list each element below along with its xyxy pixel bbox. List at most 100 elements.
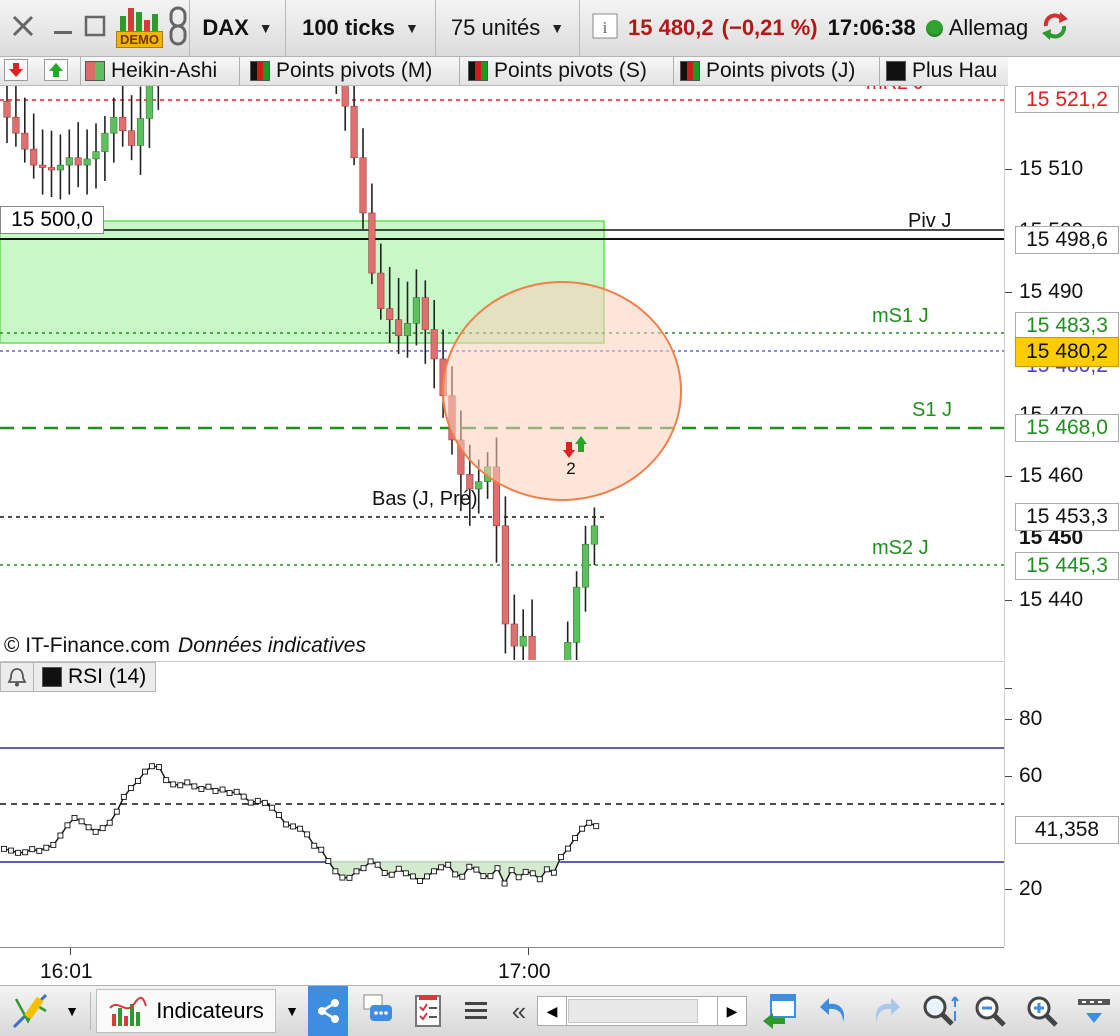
price-axis[interactable]: 15 510 15 500 15 490 15 470 15 460 15 45… <box>1004 86 1120 660</box>
candle-body <box>564 642 572 660</box>
rsi-axis-tick-label: 60 <box>1019 764 1043 787</box>
price-chart[interactable]: 2 15 500,0 mR2 J Piv J mS1 J S1 J Bas (J… <box>0 86 1004 660</box>
rsi-point <box>550 869 557 876</box>
candle-body <box>30 148 38 166</box>
tab-label: Points pivots (M) <box>276 59 433 82</box>
tab-heikin-ashi[interactable]: Heikin-Ashi <box>80 57 240 85</box>
rsi-axis[interactable]: 80 60 20 41,358 <box>1004 661 1120 947</box>
rsi-point <box>191 783 198 790</box>
rsi-point <box>268 804 275 811</box>
time-axis[interactable]: 16:01 17:00 <box>0 947 1004 985</box>
rsi-point <box>304 831 311 838</box>
tab-pivot-monthly[interactable]: Points pivots (M) <box>246 57 460 85</box>
zoom-fit-icon[interactable] <box>914 986 964 1036</box>
drawing-tools-icon[interactable] <box>8 986 52 1036</box>
rsi-point <box>579 825 586 832</box>
rsi-point <box>558 854 564 861</box>
unit-label: 75 unités <box>450 15 541 40</box>
axis-tick <box>1005 476 1012 477</box>
rsi-point <box>233 788 240 795</box>
rsi-point <box>149 763 156 770</box>
zoom-out-icon[interactable] <box>966 986 1014 1036</box>
plus-haut-swatch <box>886 61 906 81</box>
upload-arrow-icon[interactable] <box>44 59 68 81</box>
level-label-previous-low: Bas (J, Pré) <box>372 488 478 510</box>
rsi-point <box>15 849 22 856</box>
rsi-point <box>240 793 247 800</box>
scroll-back-icon[interactable]: « <box>504 986 534 1036</box>
maximize-icon[interactable] <box>84 13 106 44</box>
candle-body <box>350 105 358 159</box>
undo-icon[interactable] <box>812 986 856 1036</box>
axis-tick <box>1005 889 1012 890</box>
separator <box>90 992 91 1030</box>
share-icon[interactable] <box>308 986 348 1036</box>
rsi-point <box>339 874 346 881</box>
info-icon[interactable]: i <box>592 13 618 44</box>
candle-body <box>128 130 136 146</box>
rsi-point <box>92 828 99 835</box>
rsi-point <box>156 764 163 771</box>
rsi-point <box>445 861 452 868</box>
scroll-left-icon[interactable]: ◀ <box>538 997 567 1025</box>
zoom-in-icon[interactable] <box>1018 986 1066 1036</box>
comment-icon[interactable] <box>356 986 400 1036</box>
link-icon[interactable] <box>167 4 189 53</box>
rsi-point <box>85 824 92 831</box>
tab-pivot-weekly[interactable]: Points pivots (S) <box>464 57 674 85</box>
scroll-right-icon[interactable]: ▶ <box>717 997 746 1025</box>
redo-icon[interactable] <box>864 986 908 1036</box>
tab-plus-haut[interactable]: Plus Hau <box>882 57 1008 85</box>
checklist-icon[interactable] <box>406 986 450 1036</box>
top-toolbar: DEMO DAX ▼ 100 ticks ▼ 75 unités ▼ i 15 … <box>0 0 1120 57</box>
last-price: 15 480,2 <box>628 15 714 40</box>
instrument-selector[interactable]: DAX ▼ <box>190 0 286 56</box>
rsi-point <box>508 867 515 874</box>
settings-panel-icon[interactable] <box>1070 986 1118 1036</box>
scroll-thumb[interactable] <box>568 999 698 1023</box>
rsi-point <box>402 870 409 877</box>
rsi-point <box>29 846 36 853</box>
rsi-point <box>283 821 289 828</box>
highlight-circle <box>442 281 682 501</box>
chevron-down-icon[interactable]: ▼ <box>58 986 86 1036</box>
rsi-point <box>163 777 170 784</box>
tick-selector[interactable]: 100 ticks ▼ <box>286 0 436 56</box>
rsi-point <box>212 787 219 794</box>
chevron-down-icon[interactable]: ▼ <box>278 986 306 1036</box>
rsi-point <box>254 797 261 804</box>
rsi-point <box>57 832 64 839</box>
current-price-box: 15 480,2 <box>1015 337 1119 367</box>
horizontal-scrollbar[interactable]: ◀ ▶ <box>536 986 748 1036</box>
rsi-point <box>8 847 15 854</box>
rsi-point <box>381 870 388 876</box>
unit-selector[interactable]: 75 unités ▼ <box>436 0 580 56</box>
rsi-point <box>318 846 325 853</box>
rsi-point <box>78 818 85 825</box>
rsi-point <box>593 823 600 830</box>
calendar-back-icon[interactable] <box>756 986 802 1036</box>
rsi-point <box>346 874 353 881</box>
menu-icon[interactable] <box>456 986 496 1036</box>
tab-label: Heikin-Ashi <box>111 59 218 82</box>
candle-body <box>47 167 56 171</box>
refresh-icon[interactable] <box>1038 9 1072 48</box>
candle-body <box>341 86 349 107</box>
close-icon[interactable] <box>10 13 36 44</box>
minimize-icon[interactable] <box>52 13 74 44</box>
rsi-point <box>311 842 318 849</box>
rsi-point <box>473 866 480 873</box>
axis-tick <box>1005 600 1012 601</box>
bell-icon[interactable] <box>1 663 34 691</box>
rsi-point <box>50 841 57 848</box>
candle-body <box>83 158 91 166</box>
candle-body <box>573 586 581 643</box>
rsi-tab[interactable]: RSI (14) <box>0 662 156 692</box>
indicators-button[interactable]: Indicateurs <box>96 989 276 1033</box>
tab-label: Plus Hau <box>912 59 998 82</box>
rsi-point <box>113 808 120 815</box>
download-arrow-icon[interactable] <box>4 59 28 81</box>
pivot-swatch <box>468 61 488 81</box>
rsi-chart[interactable]: RSI (14) <box>0 661 1004 947</box>
tab-pivot-daily[interactable]: Points pivots (J) <box>676 57 880 85</box>
